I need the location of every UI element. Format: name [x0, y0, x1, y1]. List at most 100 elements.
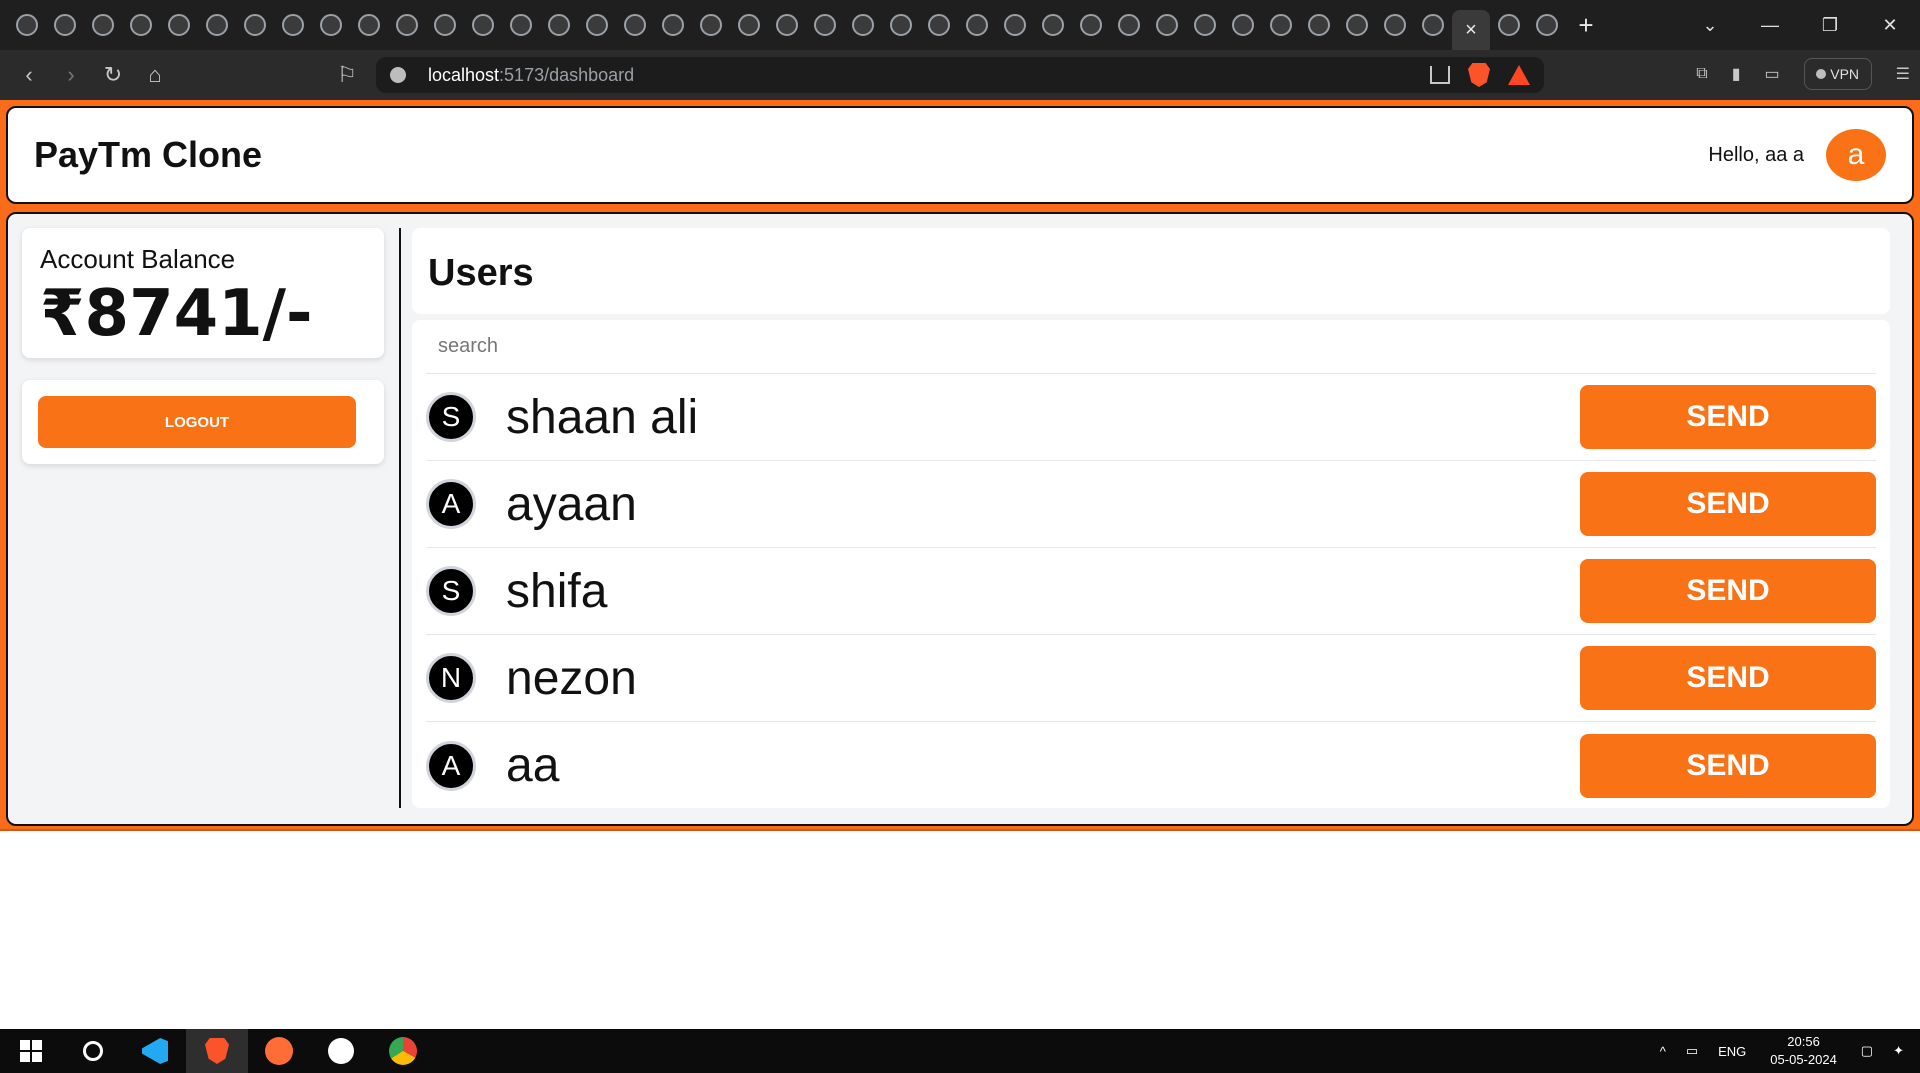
avatar[interactable]: a	[1826, 129, 1886, 181]
send-button[interactable]: SEND	[1580, 733, 1876, 798]
tab-favicon[interactable]	[122, 0, 160, 50]
tab-favicon[interactable]	[1414, 0, 1452, 50]
dashboard-container: Account Balance ₹8741/- LOGOUT Users S s…	[6, 212, 1914, 826]
tab-favicon[interactable]	[806, 0, 844, 50]
tab-favicon[interactable]	[350, 0, 388, 50]
tab-favicon[interactable]	[426, 0, 464, 50]
user-name: aa	[506, 739, 560, 792]
greeting: Hello, aa a	[1708, 143, 1804, 166]
tab-favicon[interactable]	[160, 0, 198, 50]
send-button[interactable]: SEND	[1580, 385, 1876, 449]
brave-rewards-icon[interactable]	[1508, 65, 1530, 85]
url-host: localhost	[428, 64, 500, 85]
tab-favicon[interactable]	[540, 0, 578, 50]
share-icon[interactable]	[1430, 66, 1450, 84]
user-row: S shaan ali SEND	[426, 374, 1876, 461]
tab-favicon[interactable]	[920, 0, 958, 50]
user-row: A ayaan SEND	[426, 461, 1876, 548]
tab-favicon[interactable]	[502, 0, 540, 50]
extensions-icon[interactable]: ⧉	[1696, 65, 1707, 83]
active-tab-close-icon[interactable]: ×	[1452, 10, 1490, 50]
tab-favicon[interactable]	[8, 0, 46, 50]
close-window-button[interactable]: ✕	[1860, 15, 1920, 36]
address-bar[interactable]: localhost:5173/dashboard	[376, 57, 1544, 93]
sidebar-icon[interactable]: ▮	[1732, 64, 1741, 84]
user-avatar: N	[426, 653, 476, 703]
search-input[interactable]	[438, 335, 1038, 358]
tab-favicon[interactable]	[274, 0, 312, 50]
mongodb-compass-icon[interactable]	[310, 1029, 372, 1073]
tab-favicon[interactable]	[1186, 0, 1224, 50]
forward-icon[interactable]: ›	[50, 50, 92, 100]
tab-favicon[interactable]	[1300, 0, 1338, 50]
app-header: PayTm Clone Hello, aa a a	[6, 106, 1914, 204]
reload-icon[interactable]: ↻	[92, 50, 134, 100]
tab-favicon[interactable]	[768, 0, 806, 50]
tab-favicon[interactable]	[236, 0, 274, 50]
windows-start-icon[interactable]	[0, 1029, 62, 1073]
logout-button[interactable]: LOGOUT	[38, 396, 356, 448]
tab-favicon[interactable]	[1072, 0, 1110, 50]
restore-button[interactable]: ❐	[1800, 15, 1860, 36]
search-icon[interactable]	[62, 1029, 124, 1073]
tab-favicon[interactable]	[1110, 0, 1148, 50]
tab-favicon[interactable]	[388, 0, 426, 50]
tab-favicon[interactable]	[312, 0, 350, 50]
logout-card: LOGOUT	[22, 380, 384, 464]
tab-favicon[interactable]	[1148, 0, 1186, 50]
tab-favicon[interactable]	[654, 0, 692, 50]
tab-search-icon[interactable]: ⌄	[1680, 15, 1740, 36]
user-name: ayaan	[506, 477, 637, 531]
tab-favicon[interactable]	[692, 0, 730, 50]
tab-favicon[interactable]	[730, 0, 768, 50]
sidebar: Account Balance ₹8741/- LOGOUT	[22, 228, 384, 464]
send-button[interactable]: SEND	[1580, 472, 1876, 536]
copilot-icon[interactable]: ✦	[1893, 1043, 1904, 1059]
tab-favicon[interactable]	[958, 0, 996, 50]
vpn-status-icon	[1816, 69, 1827, 79]
send-button[interactable]: SEND	[1580, 646, 1876, 710]
tab-favicon[interactable]	[882, 0, 920, 50]
tab-favicon[interactable]	[198, 0, 236, 50]
chrome-icon[interactable]	[372, 1029, 434, 1073]
wallet-icon[interactable]: ▭	[1765, 64, 1780, 84]
send-button[interactable]: SEND	[1580, 559, 1876, 623]
chevron-up-icon[interactable]: ^	[1660, 1044, 1666, 1059]
tab-favicon[interactable]	[46, 0, 84, 50]
tab-favicon[interactable]	[844, 0, 882, 50]
tab-favicon[interactable]	[464, 0, 502, 50]
clock-time: 20:56	[1787, 1034, 1820, 1049]
notifications-icon[interactable]: ▢	[1861, 1043, 1873, 1059]
vpn-button[interactable]: VPN	[1803, 58, 1872, 90]
vpn-label: VPN	[1830, 66, 1860, 82]
clock[interactable]: 20:56 05-05-2024	[1770, 1033, 1837, 1069]
tab-favicon[interactable]	[1528, 0, 1566, 50]
language-indicator[interactable]: ENG	[1718, 1044, 1746, 1059]
search-bar	[426, 320, 1876, 374]
tab-favicon[interactable]	[1224, 0, 1262, 50]
tab-favicon[interactable]	[1338, 0, 1376, 50]
tab-favicon[interactable]	[84, 0, 122, 50]
divider	[399, 228, 401, 808]
balance-card: Account Balance ₹8741/-	[22, 228, 384, 358]
back-icon[interactable]: ‹	[8, 50, 50, 100]
home-icon[interactable]: ⌂	[134, 50, 176, 100]
brave-browser-icon[interactable]	[186, 1029, 248, 1073]
tab-favicon[interactable]	[578, 0, 616, 50]
menu-icon[interactable]: ☰	[1896, 64, 1910, 84]
minimize-button[interactable]: —	[1740, 15, 1800, 36]
tab-favicon[interactable]	[1262, 0, 1300, 50]
tab-favicon[interactable]	[616, 0, 654, 50]
tab-favicon[interactable]	[996, 0, 1034, 50]
bookmark-icon[interactable]: ⚐	[326, 50, 368, 100]
postman-icon[interactable]	[248, 1029, 310, 1073]
site-info-icon[interactable]	[390, 67, 406, 83]
tab-favicon[interactable]	[1490, 0, 1528, 50]
tab-favicon[interactable]	[1376, 0, 1414, 50]
tab-favicon[interactable]	[1034, 0, 1072, 50]
balance-label: Account Balance	[40, 244, 236, 274]
battery-icon[interactable]: ▭	[1686, 1043, 1698, 1059]
brave-shields-icon[interactable]	[1468, 63, 1490, 87]
new-tab-button[interactable]: +	[1566, 0, 1606, 50]
vscode-icon[interactable]	[124, 1029, 186, 1073]
